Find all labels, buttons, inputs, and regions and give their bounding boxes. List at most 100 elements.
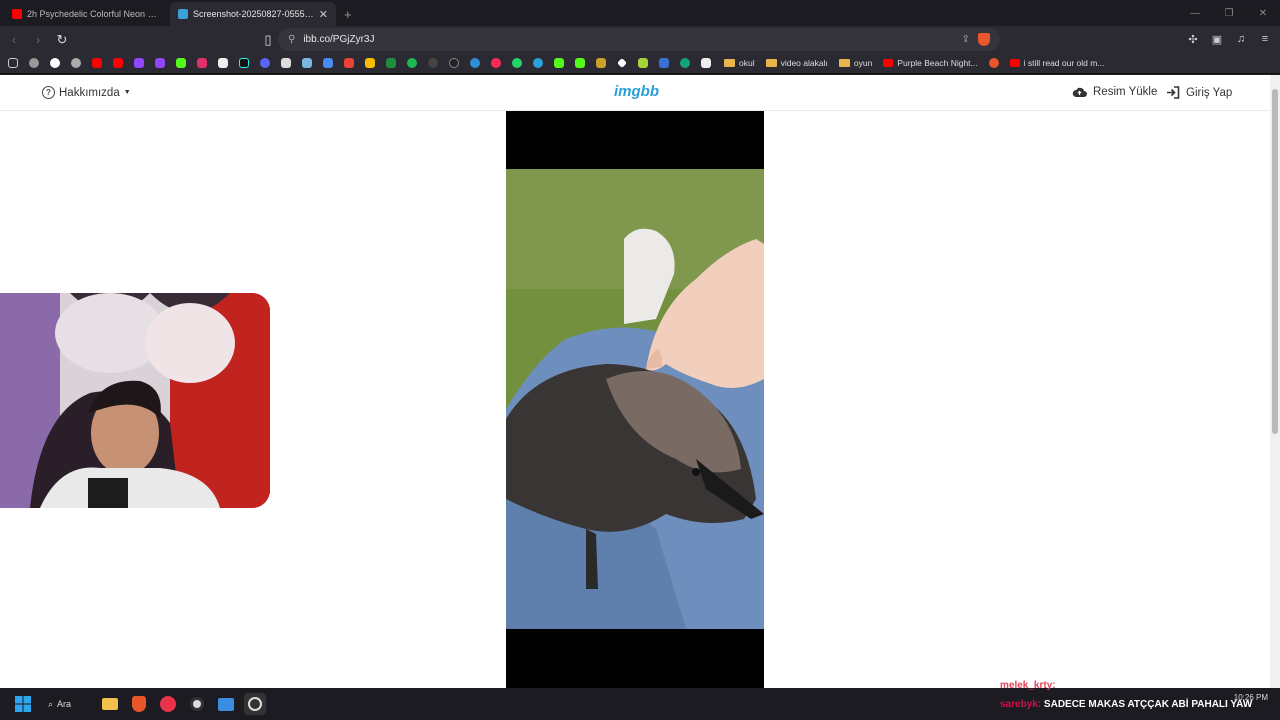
taskbar-search[interactable]: ⌕ Ara	[48, 699, 92, 710]
share-icon[interactable]: ⇪	[962, 34, 970, 45]
image-content	[506, 169, 764, 629]
edge-icon[interactable]	[468, 56, 482, 70]
login-label: Giriş Yap	[1186, 86, 1233, 99]
bookmark-folder-video[interactable]: video alakalı	[765, 58, 828, 68]
windows-start-icon[interactable]	[12, 693, 34, 715]
media-player-icon[interactable]	[157, 693, 179, 715]
twitch-icon[interactable]	[132, 56, 146, 70]
crow-photo	[506, 169, 764, 629]
github-icon[interactable]	[447, 56, 461, 70]
restore-icon[interactable]: ❐	[1212, 0, 1246, 26]
imgbb-icon	[178, 9, 188, 19]
close-window-icon[interactable]: ✕	[1246, 0, 1280, 26]
page-scrollbar[interactable]	[1270, 75, 1280, 688]
obs-icon[interactable]	[186, 693, 208, 715]
gmail-icon[interactable]	[342, 56, 356, 70]
meta-icon[interactable]	[657, 56, 671, 70]
stream-chat-overlay: melek_krty: helllaaaa sarebyk: SADECE MA…	[1000, 680, 1252, 710]
window-controls: — ❐ ✕	[1178, 0, 1280, 26]
bookmark-page-icon[interactable]: ▯	[258, 30, 278, 50]
tab-title: Screenshot-20250827-055527 ho...	[193, 9, 314, 19]
close-tab-icon[interactable]: ✕	[319, 8, 328, 21]
apps-icon[interactable]	[6, 56, 20, 70]
diamond-icon[interactable]	[615, 56, 629, 70]
google-icon[interactable]	[48, 56, 62, 70]
upload-button[interactable]: Resim Yükle	[1072, 86, 1157, 98]
settings-icon[interactable]	[69, 56, 83, 70]
upload-label: Resim Yükle	[1093, 86, 1158, 98]
search-icon: ⌕	[48, 698, 54, 709]
scrollbar-thumb[interactable]	[1272, 89, 1278, 434]
streamer-webcam	[0, 293, 270, 508]
tab-title: 2h Psychedelic Colorful Neon Backgr...	[27, 9, 162, 19]
tiktok-icon[interactable]	[237, 56, 251, 70]
brave-shield-icon[interactable]	[978, 33, 990, 46]
meet-icon[interactable]	[384, 56, 398, 70]
wallet-icon[interactable]: ▣	[1208, 29, 1226, 49]
instagram-icon[interactable]	[195, 56, 209, 70]
puzzle-icon[interactable]	[636, 56, 650, 70]
web-page: ? Hakkımızda ▼ imgbb Resim Yükle Giriş Y…	[0, 75, 1270, 688]
bookmark-link-brave[interactable]	[988, 58, 999, 68]
search-label: Ara	[57, 699, 72, 709]
about-menu[interactable]: ? Hakkımızda ▼	[42, 86, 131, 99]
whatsapp-icon[interactable]	[510, 56, 524, 70]
drive-icon[interactable]	[363, 56, 377, 70]
photos-icon[interactable]	[215, 693, 237, 715]
bookmark-link-old[interactable]: i still read our old m...	[1009, 58, 1104, 68]
bookmark-folder-okul[interactable]: okul	[724, 58, 755, 68]
chat-username: sarebyk:	[1000, 699, 1042, 710]
chat-message: sarebyk: SADECE MAKAS ATÇÇAK ABİ PAHALI …	[1000, 699, 1252, 710]
sign-in-icon	[1167, 86, 1180, 99]
chat-username: melek_krty:	[1000, 680, 1056, 691]
youtube-icon[interactable]	[90, 56, 104, 70]
threads-icon[interactable]	[426, 56, 440, 70]
app-icon[interactable]	[244, 693, 266, 715]
chat-message: melek_krty: helllaaaa	[1000, 680, 1252, 691]
discord-icon[interactable]	[258, 56, 272, 70]
folder-label: video alakalı	[780, 58, 828, 68]
new-tab-button[interactable]: +	[336, 2, 360, 26]
folder-label: oyun	[853, 58, 873, 68]
back-icon[interactable]: ‹	[4, 30, 24, 50]
photo-icon[interactable]	[300, 56, 314, 70]
tab-strip: 2h Psychedelic Colorful Neon Backgr... S…	[0, 0, 1280, 26]
bookmark-folder-oyun[interactable]: oyun	[838, 58, 873, 68]
telegram-icon[interactable]	[531, 56, 545, 70]
kick-icon[interactable]	[174, 56, 188, 70]
tab-youtube[interactable]: 2h Psychedelic Colorful Neon Backgr...	[4, 2, 170, 26]
uploaded-image[interactable]	[506, 111, 764, 688]
twitch-icon[interactable]	[153, 56, 167, 70]
history-icon[interactable]	[27, 56, 41, 70]
question-icon: ?	[42, 86, 55, 99]
kick-icon[interactable]	[552, 56, 566, 70]
capcut-icon[interactable]	[279, 56, 293, 70]
spotify-icon[interactable]	[405, 56, 419, 70]
music-app-icon[interactable]	[489, 56, 503, 70]
folder-icon	[838, 59, 850, 67]
bookmark-link-purple[interactable]: Purple Beach Night...	[883, 58, 978, 68]
reload-icon[interactable]: ↻	[52, 30, 72, 50]
system-clock[interactable]: 10:26 PM	[1234, 693, 1268, 703]
site-info-icon[interactable]: ⚲	[288, 34, 295, 45]
tab-imgbb[interactable]: Screenshot-20250827-055527 ho... ✕	[170, 2, 336, 26]
address-bar[interactable]: ⚲ ibb.co/PGjZyr3J ⇪	[278, 28, 1000, 51]
forward-icon[interactable]: ›	[28, 30, 48, 50]
minimize-icon[interactable]: —	[1178, 0, 1212, 26]
x-icon[interactable]	[216, 56, 230, 70]
file-explorer-icon[interactable]	[99, 693, 121, 715]
youtube-icon	[883, 59, 894, 67]
menu-icon[interactable]: ≡	[1256, 29, 1274, 49]
kick-icon[interactable]	[573, 56, 587, 70]
cloud-upload-icon	[1072, 87, 1087, 97]
login-button[interactable]: Giriş Yap	[1166, 86, 1232, 99]
chatgpt-icon[interactable]	[678, 56, 692, 70]
qr-icon[interactable]	[699, 56, 713, 70]
site-logo[interactable]: imgbb	[614, 83, 659, 100]
brave-icon[interactable]	[128, 693, 150, 715]
music-icon[interactable]: ♫	[1232, 29, 1250, 49]
translate-icon[interactable]	[321, 56, 335, 70]
game-icon[interactable]	[594, 56, 608, 70]
extensions-icon[interactable]: ✣	[1184, 29, 1202, 49]
youtube-icon[interactable]	[111, 56, 125, 70]
